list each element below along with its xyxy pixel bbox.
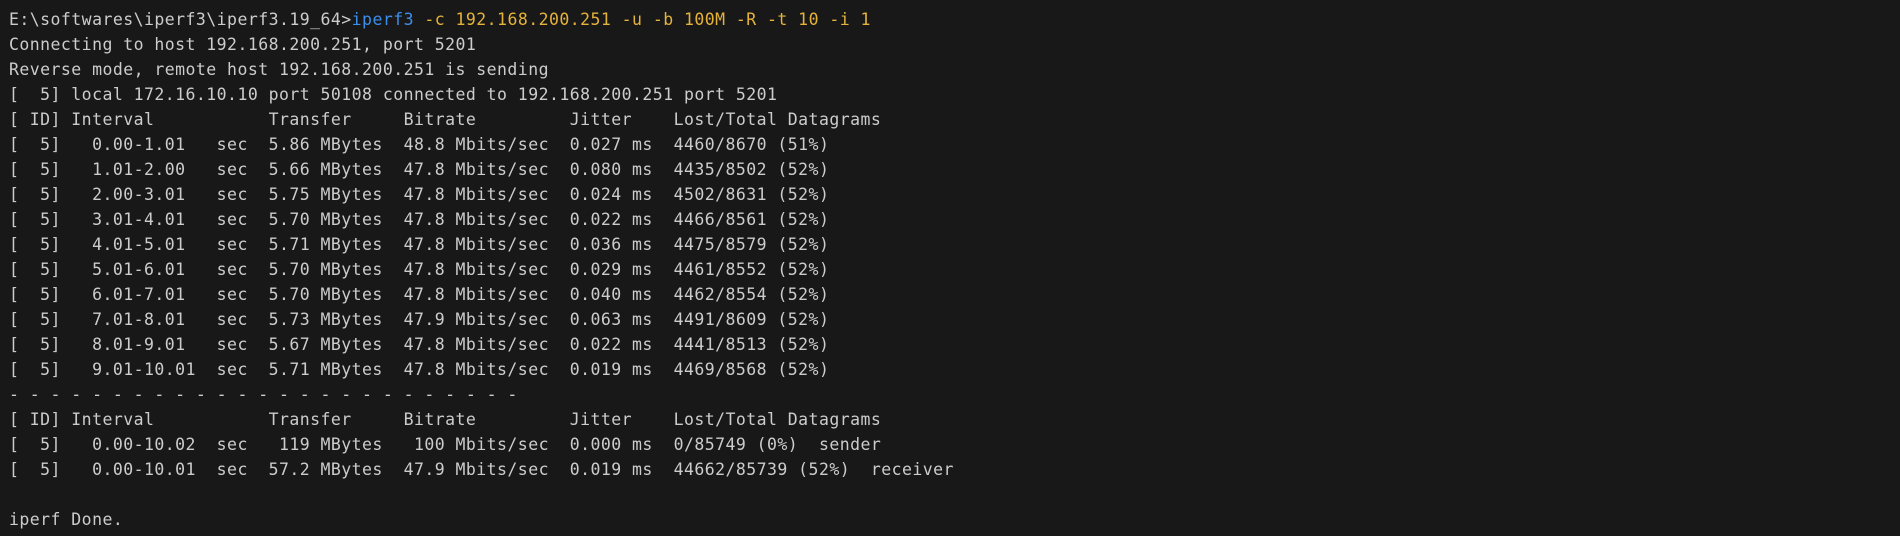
summary-row-sender: [ 5] 0.00-10.02 sec 119 MBytes 100 Mbits… <box>9 435 882 454</box>
output-connecting: Connecting to host 192.168.200.251, port… <box>9 35 477 54</box>
output-reverse-mode: Reverse mode, remote host 192.168.200.25… <box>9 60 549 79</box>
separator-line: - - - - - - - - - - - - - - - - - - - - … <box>9 385 518 404</box>
prompt-path: E:\softwares\iperf3\iperf3.19_64> <box>9 10 352 29</box>
table-header: [ ID] Interval Transfer Bitrate Jitter L… <box>9 110 882 129</box>
table-row: [ 5] 3.01-4.01 sec 5.70 MBytes 47.8 Mbit… <box>9 210 830 229</box>
table-row: [ 5] 9.01-10.01 sec 5.71 MBytes 47.8 Mbi… <box>9 360 830 379</box>
table-row: [ 5] 8.01-9.01 sec 5.67 MBytes 47.8 Mbit… <box>9 335 830 354</box>
output-connection-info: [ 5] local 172.16.10.10 port 50108 conne… <box>9 85 778 104</box>
command-line: E:\softwares\iperf3\iperf3.19_64>iperf3 … <box>9 7 1900 32</box>
command-arguments: -c 192.168.200.251 -u -b 100M -R -t 10 -… <box>413 10 871 29</box>
table-row: [ 5] 6.01-7.01 sec 5.70 MBytes 47.8 Mbit… <box>9 285 830 304</box>
summary-header: [ ID] Interval Transfer Bitrate Jitter L… <box>9 410 882 429</box>
output-done: iperf Done. <box>9 510 124 529</box>
table-row: [ 5] 1.01-2.00 sec 5.66 MBytes 47.8 Mbit… <box>9 160 830 179</box>
table-row: [ 5] 7.01-8.01 sec 5.73 MBytes 47.9 Mbit… <box>9 310 830 329</box>
summary-row-receiver: [ 5] 0.00-10.01 sec 57.2 MBytes 47.9 Mbi… <box>9 460 954 479</box>
table-row: [ 5] 2.00-3.01 sec 5.75 MBytes 47.8 Mbit… <box>9 185 830 204</box>
terminal-window[interactable]: E:\softwares\iperf3\iperf3.19_64>iperf3 … <box>0 0 1900 536</box>
table-row: [ 5] 4.01-5.01 sec 5.71 MBytes 47.8 Mbit… <box>9 235 830 254</box>
command-name: iperf3 <box>351 10 414 29</box>
table-row: [ 5] 0.00-1.01 sec 5.86 MBytes 48.8 Mbit… <box>9 135 830 154</box>
table-row: [ 5] 5.01-6.01 sec 5.70 MBytes 47.8 Mbit… <box>9 260 830 279</box>
